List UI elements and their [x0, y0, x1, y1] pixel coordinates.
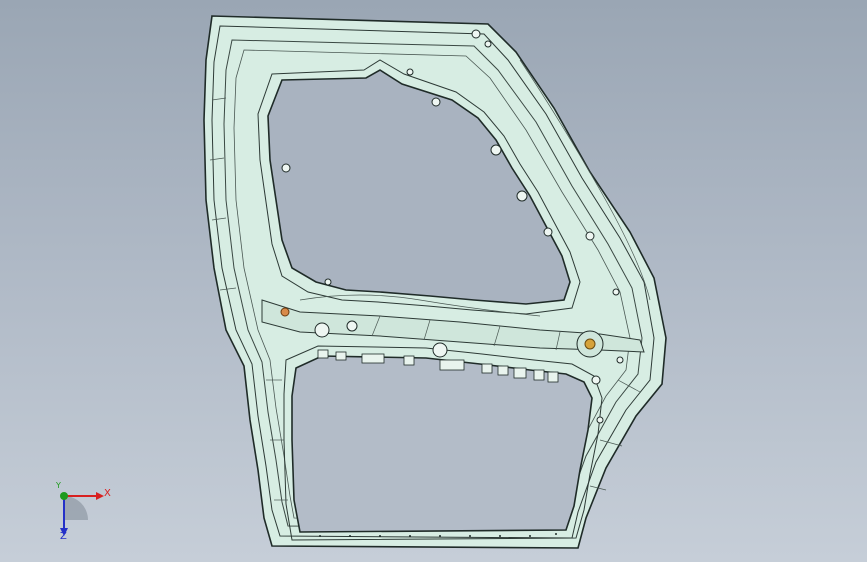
graphics-viewport[interactable]: X Y Z	[0, 0, 867, 562]
x-axis-arrow	[96, 492, 104, 500]
latch-bracket	[576, 330, 604, 358]
hinge-marker	[280, 307, 290, 317]
z-axis-label: Z	[60, 531, 67, 542]
y-axis-label: Y	[56, 481, 61, 490]
y-axis-dot	[60, 492, 68, 500]
lower-opening	[291, 355, 593, 533]
axis-triad: X Y Z	[44, 478, 116, 544]
triad-shading	[64, 496, 88, 520]
door-inner-panel-model[interactable]	[0, 0, 867, 562]
x-axis-label: X	[104, 488, 111, 499]
